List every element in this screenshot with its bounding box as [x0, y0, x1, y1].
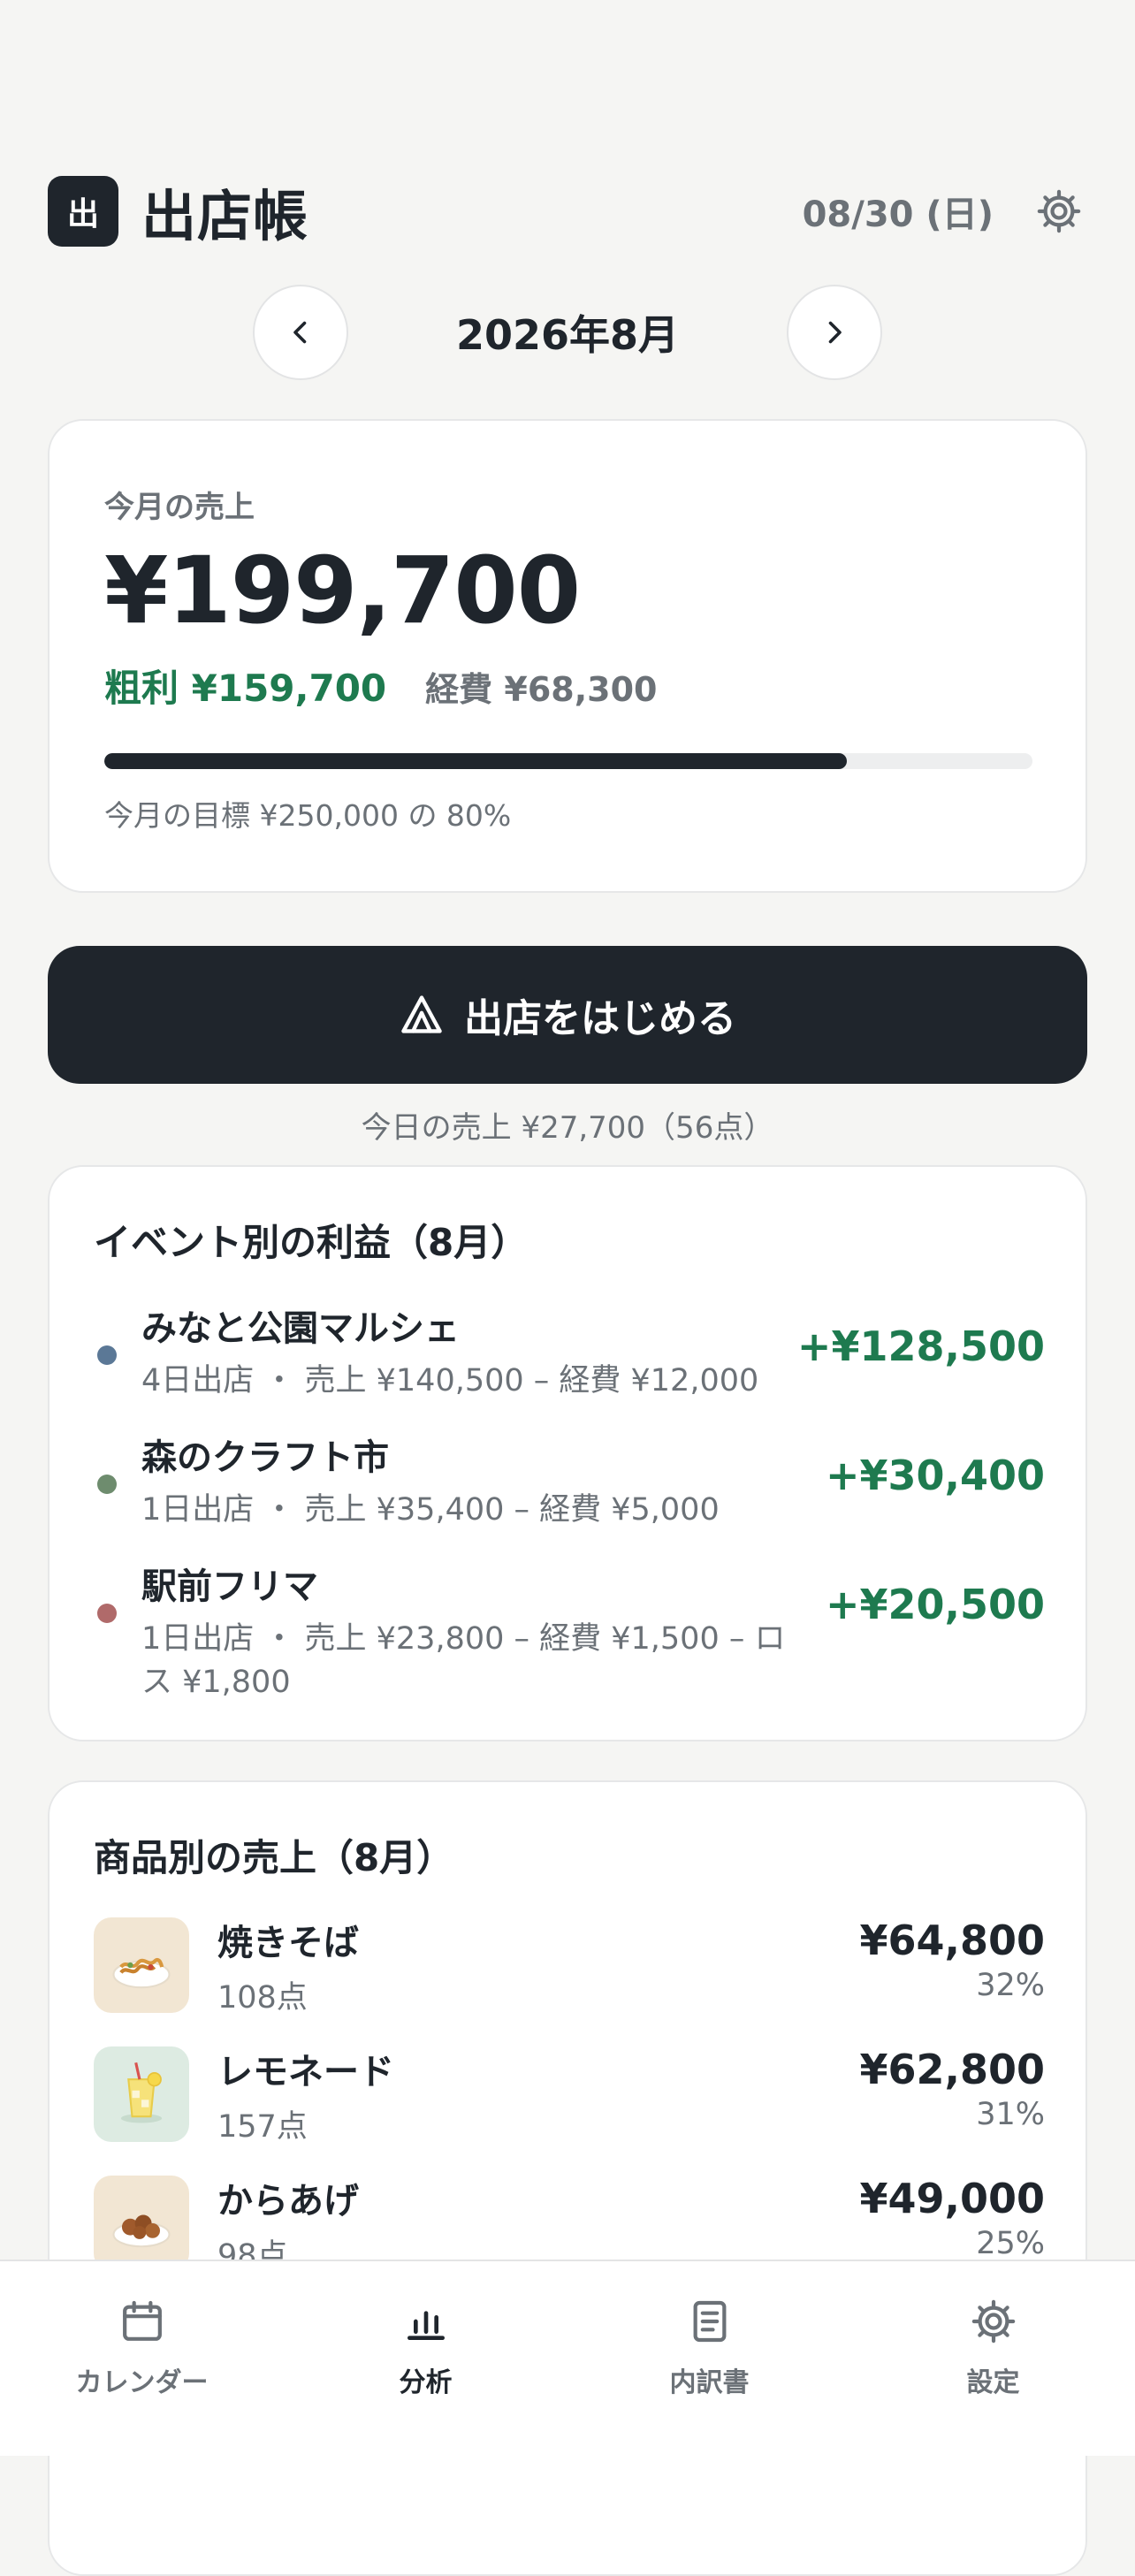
product-share: 32%	[976, 1968, 1045, 2003]
tab-calendar[interactable]: カレンダー	[0, 2261, 284, 2456]
product-row[interactable]: からあげ 98点 ¥49,000 25%	[94, 2175, 1045, 2274]
product-name: からあげ	[217, 2180, 359, 2222]
event-row[interactable]: 駅前フリマ 1日出店 ・ 売上 ¥23,800 – 経費 ¥1,500 – ロス…	[94, 1558, 1045, 1704]
product-qty: 108点	[217, 1979, 308, 2016]
header-right: 08/30 (日)	[803, 183, 1087, 240]
tab-settings[interactable]: 設定	[851, 2261, 1135, 2456]
event-row[interactable]: 森のクラフト市 1日出店 ・ 売上 ¥35,400 – 経費 ¥5,000 +¥…	[94, 1429, 1045, 1532]
product-sales-info: ¥64,800 32%	[859, 1917, 1045, 2003]
start-selling-button[interactable]: 出店をはじめる	[48, 946, 1087, 1084]
product-sales-card: 商品別の売上（8月） 焼きそば 108点 ¥64,800 32% レモネード 1…	[48, 1780, 1087, 2576]
event-name: みなと公園マルシェ	[141, 1308, 460, 1349]
event-color-dot	[97, 1345, 117, 1365]
product-sales-title: 商品別の売上（8月）	[94, 1836, 454, 1879]
event-name: 森のクラフト市	[141, 1437, 389, 1478]
product-info: 焼きそば 108点	[217, 1914, 359, 2017]
product-share: 25%	[976, 2226, 1045, 2261]
karaage-icon	[94, 2176, 189, 2271]
product-row[interactable]: 焼きそば 108点 ¥64,800 32%	[94, 1914, 1045, 2017]
goal-progress-bar	[104, 753, 1032, 769]
monthly-sales-card: 今月の売上 ¥199,700 粗利 ¥159,700 経費 ¥68,300 今月…	[48, 419, 1087, 893]
event-color-dot	[97, 1475, 117, 1494]
tab-bar: カレンダー 分析 内訳書 設定	[0, 2260, 1135, 2456]
brand: 出 出店帳	[48, 171, 309, 251]
product-qty: 157点	[217, 2108, 308, 2145]
gross-profit: 粗利 ¥159,700	[104, 667, 387, 710]
product-sales-info: ¥49,000 25%	[859, 2175, 1045, 2261]
yakisoba-icon	[94, 1917, 189, 2013]
goal-text: 今月の目標 ¥250,000 の 80%	[104, 798, 512, 833]
event-profit: +¥30,400	[825, 1452, 1045, 1499]
goal-progress-fill	[104, 753, 847, 769]
profit-expense-row: 粗利 ¥159,700 経費 ¥68,300	[104, 659, 1032, 713]
chevron-right-icon	[828, 321, 842, 344]
event-detail: 1日出店 ・ 売上 ¥23,800 – 経費 ¥1,500 – ロス ¥1,80…	[141, 1621, 786, 1700]
event-profit-title: イベント別の利益（8月）	[94, 1221, 529, 1264]
calendar-icon	[114, 2293, 171, 2350]
product-sales: ¥64,800	[859, 1917, 1045, 1964]
prev-month-button[interactable]	[253, 285, 348, 380]
event-info: 森のクラフト市 1日出店 ・ 売上 ¥35,400 – 経費 ¥5,000	[141, 1429, 831, 1532]
start-selling-label: 出店をはじめる	[464, 996, 736, 1041]
document-icon	[682, 2293, 738, 2350]
tab-label: 内訳書	[669, 2367, 750, 2398]
product-row[interactable]: レモネード 157点 ¥62,800 31%	[94, 2043, 1045, 2146]
tab-label: 分析	[399, 2367, 453, 2398]
product-share: 31%	[976, 2097, 1045, 2132]
event-profit-card: イベント別の利益（8月） みなと公園マルシェ 4日出店 ・ 売上 ¥140,50…	[48, 1165, 1087, 1741]
gear-icon	[965, 2293, 1022, 2350]
monthly-sales-label: 今月の売上	[104, 490, 255, 525]
event-profit: +¥128,500	[796, 1322, 1045, 1370]
product-name: レモネード	[217, 2051, 394, 2092]
expenses: 経費 ¥68,300	[425, 670, 658, 709]
event-detail: 1日出店 ・ 売上 ¥35,400 – 経費 ¥5,000	[141, 1492, 720, 1528]
monthly-sales-amount: ¥199,700	[104, 537, 581, 644]
event-color-dot	[97, 1604, 117, 1623]
product-name: 焼きそば	[217, 1922, 359, 1963]
event-name: 駅前フリマ	[141, 1566, 318, 1607]
settings-button[interactable]	[1031, 183, 1087, 240]
chevron-left-icon	[293, 321, 307, 344]
event-row[interactable]: みなと公園マルシェ 4日出店 ・ 売上 ¥140,500 – 経費 ¥12,00…	[94, 1299, 1045, 1403]
app-header: 出 出店帳 08/30 (日)	[48, 173, 1087, 249]
tab-analysis[interactable]: 分析	[284, 2261, 568, 2456]
event-info: 駅前フリマ 1日出店 ・ 売上 ¥23,800 – 経費 ¥1,500 – ロス…	[141, 1558, 813, 1704]
product-sales: ¥49,000	[859, 2175, 1045, 2222]
gear-icon	[1037, 189, 1081, 233]
product-sales-info: ¥62,800 31%	[859, 2046, 1045, 2132]
event-detail: 4日出店 ・ 売上 ¥140,500 – 経費 ¥12,000	[141, 1363, 759, 1399]
brand-badge: 出	[48, 176, 118, 247]
bar-chart-icon	[398, 2293, 454, 2350]
month-navigator: 2026年8月	[253, 285, 882, 380]
today-sales: 今日の売上 ¥27,700（56点）	[361, 1110, 774, 1146]
product-info: レモネード 157点	[217, 2043, 394, 2146]
tent-icon	[401, 995, 442, 1033]
event-info: みなと公園マルシェ 4日出店 ・ 売上 ¥140,500 – 経費 ¥12,00…	[141, 1299, 831, 1403]
lemonade-icon	[94, 2046, 189, 2142]
tab-breakdown[interactable]: 内訳書	[568, 2261, 851, 2456]
app-title: 出店帳	[141, 184, 309, 248]
product-sales: ¥62,800	[859, 2046, 1045, 2093]
month-label: 2026年8月	[455, 311, 680, 359]
tab-label: カレンダー	[75, 2367, 209, 2398]
event-profit: +¥20,500	[825, 1581, 1045, 1628]
current-date: 08/30 (日)	[802, 194, 994, 235]
tab-label: 設定	[966, 2367, 1020, 2398]
next-month-button[interactable]	[786, 285, 882, 380]
